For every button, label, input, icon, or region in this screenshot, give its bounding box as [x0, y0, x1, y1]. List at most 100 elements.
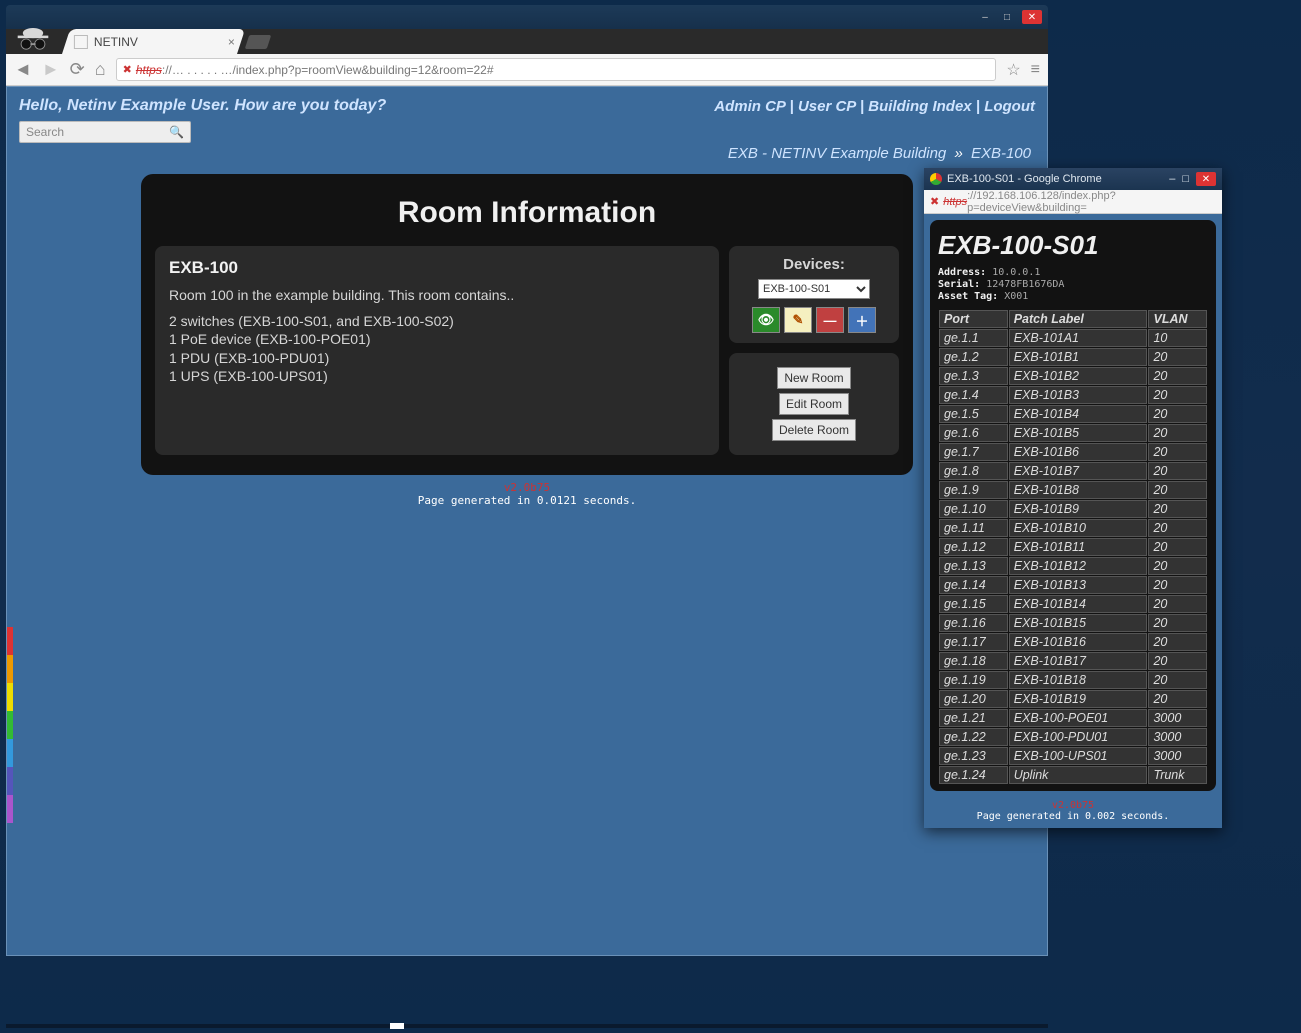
back-button[interactable]: ◄: [14, 59, 32, 80]
room-contents: 2 switches (EXB-100-S01, and EXB-100-S02…: [169, 312, 705, 385]
popup-minimize-icon[interactable]: –: [1169, 173, 1175, 185]
table-row[interactable]: ge.1.15EXB-101B1420: [939, 595, 1207, 613]
popup-titlebar[interactable]: EXB-100-S01 - Google Chrome – □ ✕: [924, 168, 1222, 190]
table-row[interactable]: ge.1.8EXB-101B720: [939, 462, 1207, 480]
room-actions-box: New Room Edit Room Delete Room: [729, 353, 899, 455]
table-row[interactable]: ge.1.13EXB-101B1220: [939, 557, 1207, 575]
popup-insecure-icon: ✖: [930, 195, 939, 208]
popup-url-text: ://192.168.106.128/index.php?p=deviceVie…: [967, 190, 1216, 214]
table-row[interactable]: ge.1.17EXB-101B1620: [939, 633, 1207, 651]
greeting-text: Hello, Netinv Example User. How are you …: [19, 97, 386, 115]
link-building-index[interactable]: Building Index: [868, 98, 971, 115]
table-row[interactable]: ge.1.19EXB-101B1820: [939, 671, 1207, 689]
popup-window-title: EXB-100-S01 - Google Chrome: [947, 173, 1102, 185]
window-titlebar[interactable]: – □ ✕: [6, 5, 1048, 29]
table-row[interactable]: ge.1.4EXB-101B320: [939, 386, 1207, 404]
tab-netinv[interactable]: NETINV ×: [62, 29, 245, 54]
edit-icon[interactable]: ✎: [784, 307, 812, 333]
footer-time: Page generated in 0.0121 seconds.: [418, 494, 637, 507]
table-row[interactable]: ge.1.20EXB-101B1920: [939, 690, 1207, 708]
reload-button[interactable]: ⟳: [70, 59, 85, 80]
app-page: Hello, Netinv Example User. How are you …: [6, 86, 1048, 956]
taskbar-item[interactable]: [390, 1023, 404, 1029]
table-row[interactable]: ge.1.5EXB-101B420: [939, 405, 1207, 423]
forward-button[interactable]: ►: [42, 59, 60, 80]
breadcrumb: EXB - NETINV Example Building » EXB-100: [7, 143, 1047, 170]
link-admin-cp[interactable]: Admin CP: [714, 98, 785, 115]
ports-header: VLAN: [1148, 310, 1207, 328]
incognito-icon: [16, 25, 50, 53]
url-bar[interactable]: ✖ https ://… . . . . . …/index.php?p=roo…: [116, 58, 997, 81]
popup-close-icon[interactable]: ✕: [1196, 172, 1216, 186]
devices-box: Devices: EXB-100-S01 👁 ✎ — ＋: [729, 246, 899, 343]
table-row[interactable]: ge.1.16EXB-101B1520: [939, 614, 1207, 632]
add-icon[interactable]: ＋: [848, 307, 876, 333]
popup-url-bar[interactable]: ✖ https ://192.168.106.128/index.php?p=d…: [924, 190, 1222, 214]
device-title: EXB-100-S01: [938, 230, 1208, 261]
new-room-button[interactable]: New Room: [777, 367, 850, 389]
ports-header: Patch Label: [1009, 310, 1148, 328]
table-row[interactable]: ge.1.24UplinkTrunk: [939, 766, 1207, 784]
link-logout[interactable]: Logout: [984, 98, 1035, 115]
chrome-icon: [930, 173, 942, 185]
page-footer: v2.0b75 Page generated in 0.0121 seconds…: [7, 481, 1047, 507]
ports-header: Port: [939, 310, 1008, 328]
crumb-room: EXB-100: [971, 145, 1031, 162]
taskbar[interactable]: [6, 1024, 1048, 1028]
view-icon[interactable]: 👁: [752, 307, 780, 333]
search-input[interactable]: Search 🔍: [19, 121, 191, 143]
tab-close-icon[interactable]: ×: [228, 35, 235, 49]
maximize-icon[interactable]: □: [1000, 10, 1014, 24]
new-tab-button[interactable]: [245, 35, 272, 49]
popup-page: EXB-100-S01 Address: 10.0.0.1 Serial: 12…: [924, 214, 1222, 797]
table-row[interactable]: ge.1.1EXB-101A110: [939, 329, 1207, 347]
delete-room-button[interactable]: Delete Room: [772, 419, 856, 441]
https-text: https: [136, 63, 162, 77]
tab-strip: NETINV ×: [6, 29, 1048, 54]
devices-header: Devices:: [737, 256, 891, 273]
table-row[interactable]: ge.1.9EXB-101B820: [939, 481, 1207, 499]
search-icon[interactable]: 🔍: [169, 125, 184, 139]
device-select[interactable]: EXB-100-S01: [758, 279, 870, 299]
table-row[interactable]: ge.1.3EXB-101B220: [939, 367, 1207, 385]
remove-icon[interactable]: —: [816, 307, 844, 333]
link-user-cp[interactable]: User CP: [798, 98, 856, 115]
crumb-building[interactable]: EXB - NETINV Example Building: [728, 145, 946, 162]
device-meta: Address: 10.0.0.1 Serial: 12478FB1676DA …: [938, 267, 1208, 303]
popup-https-text: https: [943, 196, 967, 208]
menu-icon[interactable]: ≡: [1031, 61, 1040, 79]
popup-maximize-icon[interactable]: □: [1182, 173, 1189, 185]
popup-footer: v2.0b75 Page generated in 0.002 seconds.: [924, 797, 1222, 828]
table-row[interactable]: ge.1.12EXB-101B1120: [939, 538, 1207, 556]
tab-title: NETINV: [94, 35, 138, 49]
table-row[interactable]: ge.1.23EXB-100-UPS013000: [939, 747, 1207, 765]
table-row[interactable]: ge.1.18EXB-101B1720: [939, 652, 1207, 670]
ports-table: PortPatch LabelVLAN ge.1.1EXB-101A110ge.…: [938, 309, 1208, 785]
panel-title: Room Information: [155, 196, 899, 230]
table-row[interactable]: ge.1.6EXB-101B520: [939, 424, 1207, 442]
device-panel: EXB-100-S01 Address: 10.0.0.1 Serial: 12…: [930, 220, 1216, 791]
table-row[interactable]: ge.1.7EXB-101B620: [939, 443, 1207, 461]
close-icon[interactable]: ✕: [1022, 10, 1042, 24]
table-row[interactable]: ge.1.21EXB-100-POE013000: [939, 709, 1207, 727]
main-browser-window: – □ ✕ NETINV × ◄ ► ⟳ ⌂ ✖ https ://… . . …: [6, 5, 1048, 956]
rainbow-edge: [7, 627, 13, 823]
device-popup-window: EXB-100-S01 - Google Chrome – □ ✕ ✖ http…: [924, 168, 1222, 828]
table-row[interactable]: ge.1.2EXB-101B120: [939, 348, 1207, 366]
minimize-icon[interactable]: –: [978, 10, 992, 24]
room-info-box: EXB-100 Room 100 in the example building…: [155, 246, 719, 455]
table-row[interactable]: ge.1.22EXB-100-PDU013000: [939, 728, 1207, 746]
footer-version: v2.0b75: [504, 481, 550, 494]
search-placeholder: Search: [26, 125, 64, 139]
edit-room-button[interactable]: Edit Room: [779, 393, 849, 415]
room-name: EXB-100: [169, 258, 705, 278]
table-row[interactable]: ge.1.11EXB-101B1020: [939, 519, 1207, 537]
room-panel: Room Information EXB-100 Room 100 in the…: [141, 174, 913, 475]
browser-toolbar: ◄ ► ⟳ ⌂ ✖ https ://… . . . . . …/index.p…: [6, 54, 1048, 86]
top-links: Admin CP | User CP | Building Index | Lo…: [714, 98, 1035, 115]
bookmark-icon[interactable]: ☆: [1006, 60, 1020, 80]
room-desc: Room 100 in the example building. This r…: [169, 286, 705, 304]
home-button[interactable]: ⌂: [95, 59, 106, 80]
table-row[interactable]: ge.1.14EXB-101B1320: [939, 576, 1207, 594]
table-row[interactable]: ge.1.10EXB-101B920: [939, 500, 1207, 518]
